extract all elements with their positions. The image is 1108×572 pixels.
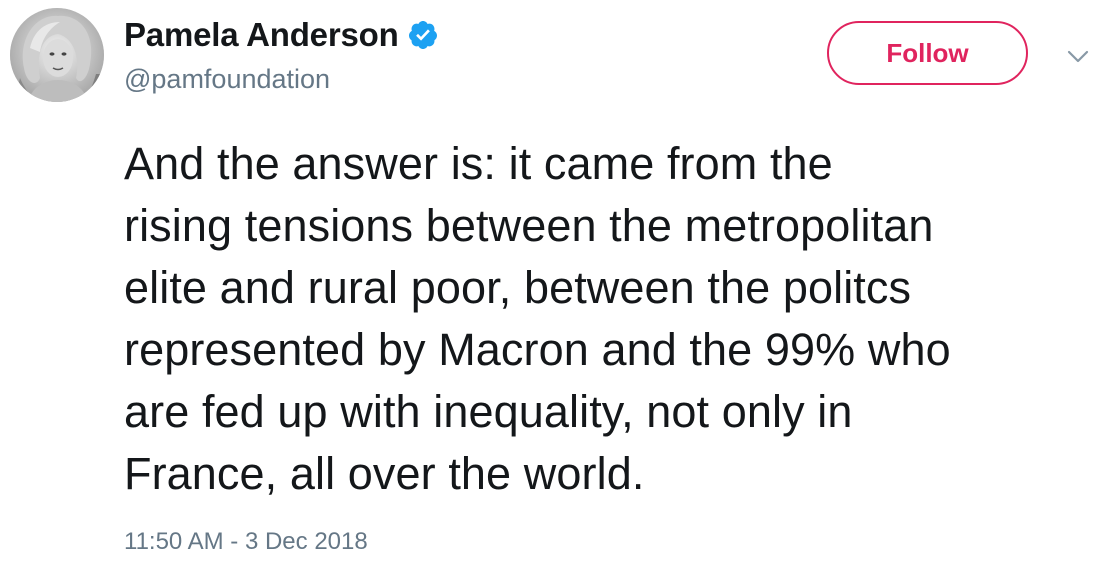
tweet-text-line: represented by Macron and the 99% who bbox=[124, 324, 951, 375]
profile-photo-icon bbox=[10, 8, 104, 102]
author-display-name[interactable]: Pamela Anderson bbox=[124, 16, 399, 54]
verified-badge-icon bbox=[407, 19, 439, 51]
chevron-down-icon[interactable] bbox=[1066, 45, 1090, 69]
tweet-text-line: France, all over the world. bbox=[124, 448, 645, 499]
avatar[interactable] bbox=[10, 8, 104, 102]
tweet-card: Pamela Anderson @pamfoundation Follow An… bbox=[0, 0, 1108, 572]
follow-button[interactable]: Follow bbox=[827, 21, 1028, 85]
author-handle[interactable]: @pamfoundation bbox=[124, 64, 330, 95]
tweet-text-line: rising tensions between the metropolitan bbox=[124, 200, 934, 251]
tweet-timestamp[interactable]: 11:50 AM - 3 Dec 2018 bbox=[124, 528, 368, 556]
tweet-text: And the answer is: it came from the risi… bbox=[124, 133, 1099, 505]
tweet-text-line: And the answer is: it came from the bbox=[124, 138, 833, 189]
tweet-text-line: elite and rural poor, between the politc… bbox=[124, 262, 912, 313]
tweet-text-line: are fed up with inequality, not only in bbox=[124, 386, 853, 437]
author-name-row: Pamela Anderson bbox=[124, 14, 439, 56]
